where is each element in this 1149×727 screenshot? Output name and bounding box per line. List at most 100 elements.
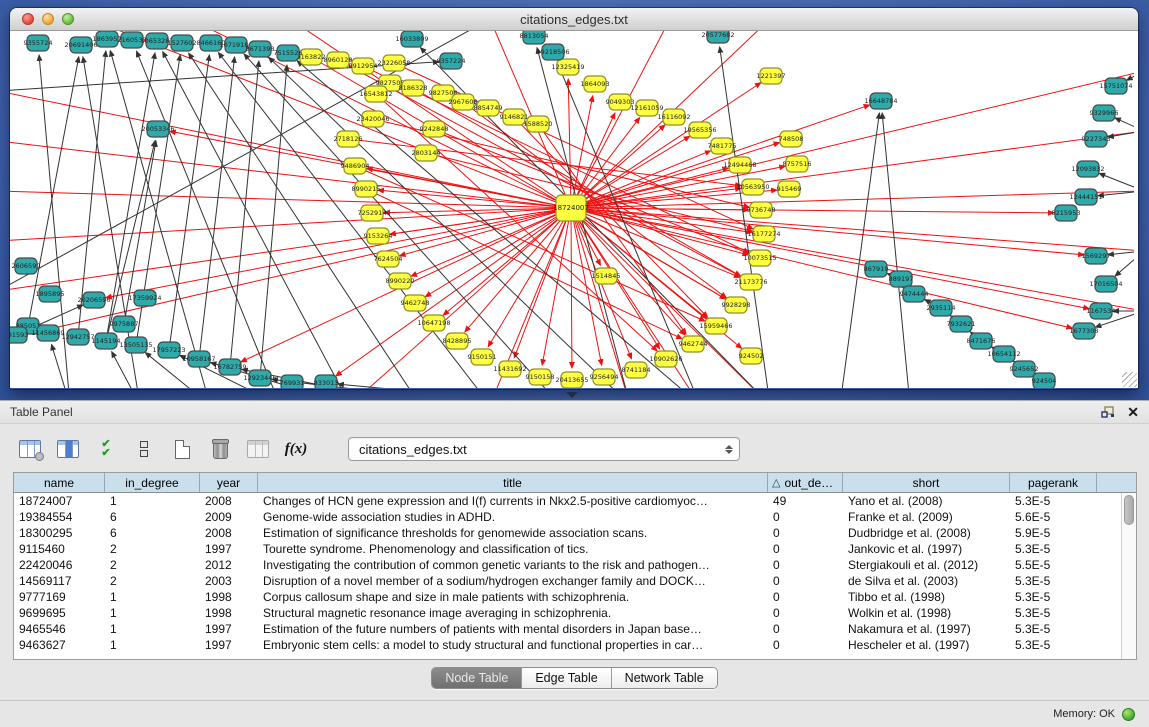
window-resize-grip[interactable] — [1122, 372, 1137, 387]
citation-edge-black — [110, 51, 210, 388]
table-cell: 5.6E-5 — [1010, 509, 1097, 525]
citation-network-graph[interactable]: 1872400718640939049303121610591611609219… — [10, 31, 1134, 388]
table-cell: 0 — [768, 525, 843, 541]
memory-ok-indicator-icon — [1122, 708, 1135, 721]
node-label: 9474444 — [900, 290, 929, 298]
table-cell: 0 — [768, 605, 843, 621]
panel-splitter-handle[interactable] — [566, 392, 578, 398]
table-cell: 2009 — [200, 509, 258, 525]
column-header-out_de[interactable]: △out_de… — [768, 473, 843, 492]
node-label: 9245652 — [1010, 365, 1039, 373]
node-label: 10958167 — [182, 355, 215, 363]
node-label: 15959466 — [699, 322, 732, 330]
node-label: 833013 — [314, 379, 339, 387]
node-label: 8741184 — [622, 366, 651, 374]
citation-edge-red — [571, 191, 1134, 208]
zoom-window-icon[interactable] — [62, 13, 74, 25]
network-graph-canvas[interactable]: 1872400718640939049303121610591611609219… — [10, 31, 1138, 388]
delete-table-icon[interactable] — [208, 437, 232, 461]
table-row[interactable]: 946362711997Embryonic stem cells: a mode… — [14, 637, 1121, 653]
node-label: 16177274 — [747, 230, 780, 238]
node-label: 20206596 — [77, 296, 110, 304]
column-header-title[interactable]: title — [258, 473, 768, 492]
table-row[interactable]: 2242004622012Investigating the contribut… — [14, 557, 1121, 573]
node-label: 10654112 — [987, 350, 1020, 358]
node-label: 17016504 — [1089, 280, 1122, 288]
table-cell: 1997 — [200, 637, 258, 653]
node-label: 2935114 — [927, 304, 956, 312]
node-label: 20413655 — [555, 376, 588, 384]
citation-edge-red — [465, 208, 571, 332]
table-row[interactable]: 1456911722003Disruption of a novel membe… — [14, 573, 1121, 589]
table-vertical-scrollbar[interactable] — [1121, 493, 1136, 659]
table-cell: Tibbo et al. (1998) — [843, 589, 1010, 605]
table-header-row[interactable]: namein_degreeyeartitle△out_de…shortpager… — [14, 473, 1136, 493]
node-label: 20053346 — [141, 125, 174, 133]
table-row[interactable]: 1830029562008Estimation of significance … — [14, 525, 1121, 541]
column-header-short[interactable]: short — [843, 473, 1010, 492]
node-label: 748508 — [779, 135, 804, 143]
node-label: 9975887 — [110, 320, 139, 328]
node-label: 8357224 — [437, 57, 466, 65]
node-label: 10647198 — [417, 319, 450, 327]
table-row[interactable]: 1938455462009Genome-wide association stu… — [14, 509, 1121, 525]
node-label: 9928298 — [722, 301, 751, 309]
node-label: 16543812 — [359, 90, 392, 98]
table-row[interactable]: 977716911998Corpus callosum shape and si… — [14, 589, 1121, 605]
table-cell: 5.3E-5 — [1010, 589, 1097, 605]
citation-edge-red — [571, 208, 1134, 311]
node-label: 9150151 — [468, 353, 497, 361]
table-cell: Wolkin et al. (1998) — [843, 605, 1010, 621]
network-view-window[interactable]: citations_edges.txt 18724007186409390493… — [10, 8, 1138, 389]
node-label: 9153264 — [364, 232, 393, 240]
show-columns-icon[interactable] — [56, 437, 80, 461]
node-label: 11456869 — [31, 329, 64, 337]
select-rows-icon[interactable]: ✔✔ — [94, 437, 118, 461]
row-height-icon[interactable] — [132, 437, 156, 461]
node-label: 11431692 — [493, 365, 526, 373]
node-label: 12494468 — [723, 161, 756, 169]
column-header-year[interactable]: year — [200, 473, 258, 492]
column-header-pagerank[interactable]: pagerank — [1010, 473, 1097, 492]
citation-edge-black — [52, 344, 70, 388]
table-body[interactable]: 1872400712008Changes of HCN gene express… — [14, 493, 1121, 659]
node-label: 23226058 — [377, 59, 410, 67]
column-header-in_degree[interactable]: in_degree — [105, 473, 200, 492]
table-row[interactable]: 911546021997Tourette syndrome. Phenomeno… — [14, 541, 1121, 557]
table-cell: 1 — [105, 493, 200, 509]
scrollbar-thumb[interactable] — [1124, 495, 1134, 525]
table-source-dropdown[interactable]: citations_edges.txt — [348, 437, 740, 461]
tab-node-table[interactable]: Node Table — [432, 668, 522, 688]
table-cell: Dudbridge et al. (2008) — [843, 525, 1010, 541]
node-label: 8813054 — [520, 32, 549, 40]
table-cell: 14569117 — [14, 573, 105, 589]
table-cell: 2 — [105, 557, 200, 573]
column-header-name[interactable]: name — [14, 473, 105, 492]
node-label: 16648784 — [864, 97, 897, 105]
close-panel-icon[interactable]: ✕ — [1127, 405, 1139, 419]
node-label: 9329966 — [1090, 109, 1119, 117]
table-cell: Hescheler et al. (1997) — [843, 637, 1010, 653]
float-panel-icon[interactable] — [1101, 406, 1115, 419]
memory-status-label: Memory: OK — [1053, 708, 1115, 720]
new-table-icon[interactable] — [170, 437, 194, 461]
tab-network-table[interactable]: Network Table — [612, 668, 717, 688]
node-label: 8757516 — [783, 160, 812, 168]
function-builder-icon[interactable]: f(x) — [284, 437, 308, 461]
minimize-window-icon[interactable] — [42, 13, 54, 25]
table-row[interactable]: 969969511998Structural magnetic resonanc… — [14, 605, 1121, 621]
node-label: 9256494 — [590, 373, 619, 381]
window-titlebar[interactable]: citations_edges.txt — [10, 8, 1138, 31]
table-row[interactable]: 946554611997Estimation of the future num… — [14, 621, 1121, 637]
tab-edge-table[interactable]: Edge Table — [522, 668, 611, 688]
table-options-icon[interactable] — [18, 437, 42, 461]
table-cell: 1 — [105, 589, 200, 605]
table-cell: Embryonic stem cells: a model to study s… — [258, 637, 768, 653]
table-row[interactable]: 1872400712008Changes of HCN gene express… — [14, 493, 1121, 509]
close-window-icon[interactable] — [22, 13, 34, 25]
table-cell: Tourette syndrome. Phenomenology and cla… — [258, 541, 768, 557]
node-label: 10902626 — [649, 355, 682, 363]
citation-edge-red — [571, 71, 1134, 208]
node-label: 12161059 — [630, 104, 663, 112]
table-cell: 0 — [768, 557, 843, 573]
